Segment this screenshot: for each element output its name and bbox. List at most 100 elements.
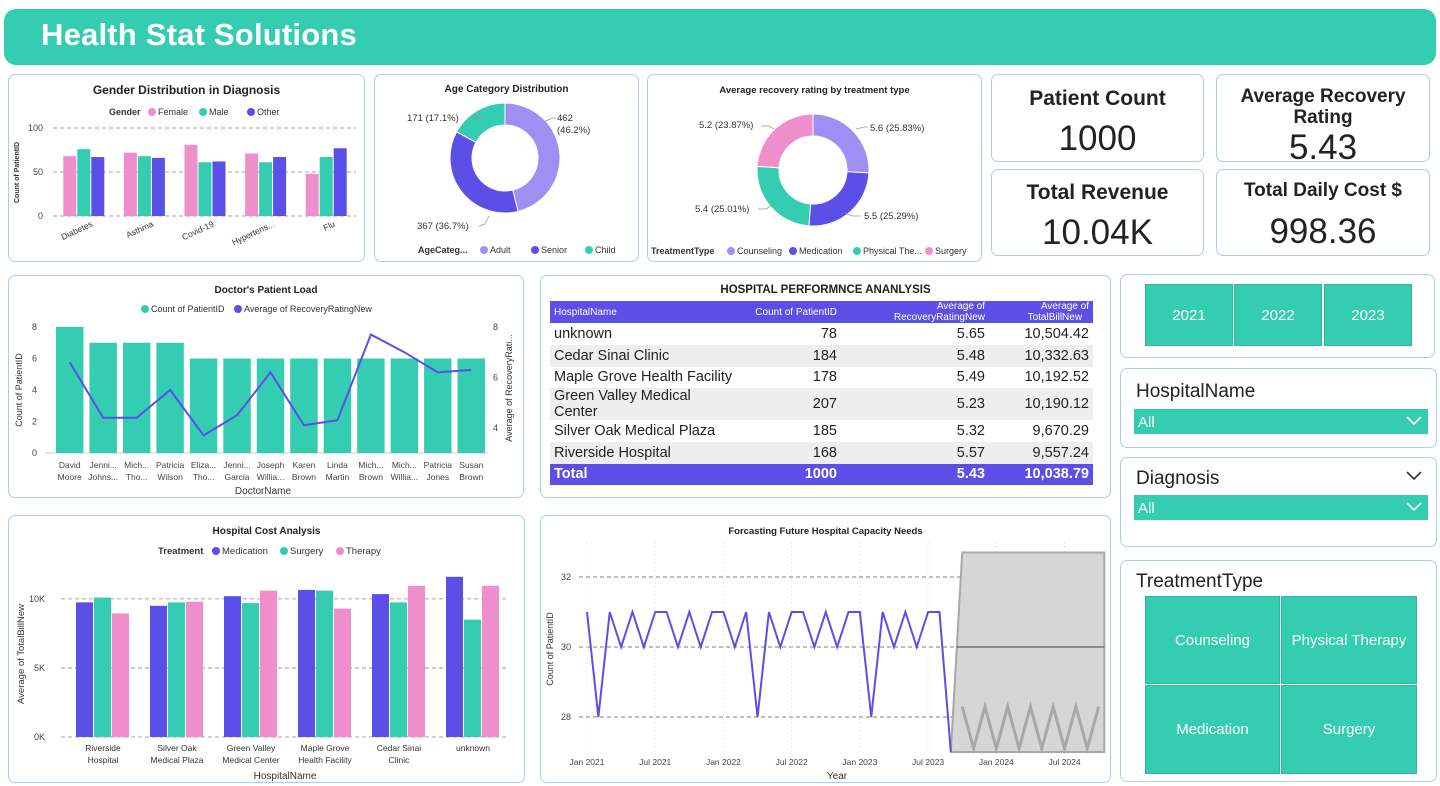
legend-marker <box>141 305 149 313</box>
bar <box>77 149 91 216</box>
bar <box>408 585 425 737</box>
hospital-slicer: HospitalName All <box>1120 368 1437 448</box>
cell-bill: 10,332.63 <box>989 344 1093 367</box>
y-tick-label-right: 4 <box>493 423 498 433</box>
sort-desc-icon: ▼ <box>978 323 985 330</box>
treatment-surgery-button[interactable]: Surgery <box>1281 685 1417 774</box>
legend-marker <box>727 247 735 255</box>
forecast-chart-panel[interactable]: Forcasting Future Hospital Capacity Need… <box>540 515 1111 783</box>
total-revenue-label: Total Revenue <box>1026 181 1169 204</box>
bar <box>212 161 226 216</box>
diagnosis-dropdown[interactable]: All <box>1134 495 1428 520</box>
hospital-dropdown[interactable]: All <box>1134 409 1428 434</box>
year-2022-button[interactable]: 2022 <box>1234 284 1322 346</box>
x-tick-label-line1: Mich... <box>392 460 417 470</box>
y-tick-label: 2 <box>32 417 37 427</box>
x-tick-label-line2: Wilson <box>157 472 183 482</box>
cell-bill: 10,192.52 <box>1024 369 1089 386</box>
y-tick-label: 8 <box>32 322 37 332</box>
col-header-count[interactable]: Count of PatientID <box>738 301 841 323</box>
recovery-chart-panel[interactable]: Average recovery rating by treatment typ… <box>647 74 982 262</box>
performance-table-panel[interactable]: HOSPITAL PERFORMNCE ANANLYSIS HospitalNa… <box>540 275 1111 498</box>
year-slicer: 2021 2022 2023 <box>1120 274 1435 358</box>
y-axis-label: Average of TotalBillNew <box>16 604 27 704</box>
bar <box>223 358 251 453</box>
cell-count: 178 <box>812 369 837 386</box>
bar <box>137 156 151 216</box>
cell-hospital: Maple Grove Health Facility <box>554 369 733 386</box>
chevron-down-icon[interactable] <box>1406 471 1422 481</box>
table-row[interactable]: Maple Grove Health Facility 178 5.49 10,192… <box>550 367 1093 389</box>
cell-rating: 5.32 <box>956 423 985 440</box>
table-row[interactable]: Cedar Sinai Clinic 184 5.48 10,332.63 <box>550 344 1093 367</box>
year-2023-button[interactable]: 2023 <box>1324 284 1412 346</box>
treatment-physical-therapy-button[interactable]: Physical Therapy <box>1281 596 1417 684</box>
y-tick-label: 5K <box>34 663 45 673</box>
x-axis-label: DoctorName <box>235 486 292 497</box>
avg-recovery-label: Average Recovery Rating <box>1240 86 1406 128</box>
data-label-senior: 367 (36.7%) <box>417 221 469 232</box>
x-axis-label: Year <box>827 771 848 782</box>
legend-marker <box>853 247 861 255</box>
avg-recovery-value: 5.43 <box>1288 128 1358 167</box>
bar <box>168 602 185 737</box>
y-axis-label-left: Count of PatientID <box>14 353 24 427</box>
table-row[interactable]: Riverside Hospital 168 5.57 9,557.24 <box>550 442 1093 464</box>
doctor-chart-panel[interactable]: Doctor's Patient Load Count of PatientID… <box>8 275 524 498</box>
col-header-bill[interactable]: Average of TotalBillNew ▼ <box>978 301 1093 330</box>
recovery-donut-chart: 5.6 (25.83%) 5.5 (25.29%) 5.4 (25.01%) 5.2 … <box>651 113 967 256</box>
data-label-physical-therapy: 5.4 (25.01%) <box>695 204 749 215</box>
cell-rating: 5.48 <box>841 344 989 367</box>
x-tick-label: Flu <box>322 219 337 233</box>
bar <box>290 358 318 453</box>
bar <box>298 589 315 737</box>
patient-count-label: Patient Count <box>1029 87 1166 110</box>
treatment-counseling-button[interactable]: Counseling <box>1145 596 1280 684</box>
y-tick-label: 4 <box>32 385 37 395</box>
x-tick-label-line2: Willia... <box>391 472 418 482</box>
legend-marker <box>585 246 593 254</box>
bar <box>184 144 198 216</box>
x-tick-label-line2: Medical Center <box>222 755 279 765</box>
bar <box>372 594 389 737</box>
table-row[interactable]: Green Valley Medical Center 207 5.23 10,190… <box>550 388 1093 421</box>
col-header-rating[interactable]: Average of RecoveryRatingNew <box>841 301 989 323</box>
treatment-slicer-label: TreatmentType <box>1136 571 1264 592</box>
x-tick-label: Hypertens... <box>230 219 276 247</box>
bar <box>89 342 117 453</box>
cell-count: 185 <box>812 423 837 440</box>
x-tick-label: Diabetes <box>60 219 95 242</box>
bar <box>63 156 77 216</box>
bar <box>56 327 84 453</box>
x-tick-label-line1: Patricia <box>156 460 185 470</box>
legend-marker <box>280 547 288 555</box>
y-tick-label: 28 <box>561 712 571 722</box>
data-label-adult-pct: (46.2%) <box>557 125 590 136</box>
col-header-hospital[interactable]: HospitalName <box>550 301 738 323</box>
x-tick-label-line1: Mich... <box>124 460 149 470</box>
x-tick-label-line1: Susan <box>459 460 483 470</box>
x-tick-label-line2: Brown <box>459 472 483 482</box>
bar <box>357 358 385 453</box>
cost-chart-panel[interactable]: Hospital Cost Analysis Treatment Medicati… <box>8 515 525 783</box>
gender-chart-panel[interactable]: Gender Distribution in Diagnosis Gender F… <box>8 74 365 262</box>
x-tick-label-line1: Joseph <box>257 460 285 470</box>
age-chart-panel[interactable]: Age Category Distribution 462 (46.2%) 171 … <box>374 74 639 262</box>
y-tick-label-right: 8 <box>493 322 498 332</box>
table-row[interactable]: Silver Oak Medical Plaza 185 5.32 9,670.29 <box>550 420 1093 442</box>
x-tick-label-line2: Moore <box>58 472 82 482</box>
hospital-dropdown-value: All <box>1138 414 1155 431</box>
table-row[interactable]: unknown 78 5.65 10,504.42 <box>550 323 1093 345</box>
cell-hospital: Green Valley Medical Center <box>550 388 738 421</box>
treatment-medication-button[interactable]: Medication <box>1145 685 1280 774</box>
legend-title: TreatmentType <box>651 246 714 256</box>
x-tick-label-line1: Green Valley <box>227 743 276 753</box>
y-tick-label: 6 <box>32 354 37 364</box>
y-tick-label: 0 <box>38 211 43 221</box>
x-tick-label-line1: Eliza... <box>191 460 217 470</box>
donut-slice <box>812 113 870 174</box>
donut-slice <box>449 131 519 214</box>
year-2021-button[interactable]: 2021 <box>1145 284 1233 346</box>
cell-count: 168 <box>738 442 841 464</box>
x-tick-label-line2: Willia... <box>257 472 284 482</box>
